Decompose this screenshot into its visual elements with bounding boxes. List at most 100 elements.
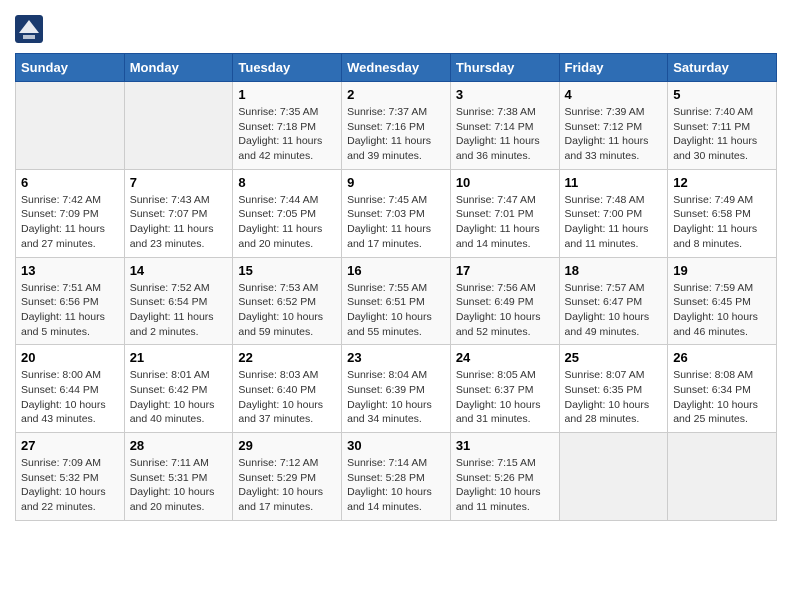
- day-info: Sunrise: 8:08 AMSunset: 6:34 PMDaylight:…: [673, 368, 771, 427]
- day-info: Sunrise: 7:15 AMSunset: 5:26 PMDaylight:…: [456, 456, 554, 515]
- calendar-cell: 19Sunrise: 7:59 AMSunset: 6:45 PMDayligh…: [668, 257, 777, 345]
- calendar-cell: 3 Sunrise: 7:38 AMSunset: 7:14 PMDaylight…: [450, 82, 559, 170]
- day-number: 7: [130, 175, 228, 190]
- day-number: 20: [21, 350, 119, 365]
- day-info: Sunrise: 8:01 AMSunset: 6:42 PMDaylight:…: [130, 368, 228, 427]
- calendar-cell: 16 Sunrise: 7:55 AMSunset: 6:51 PMDayligh…: [342, 257, 451, 345]
- calendar-header: Sunday Monday Tuesday Wednesday Thursday…: [16, 54, 777, 82]
- col-saturday: Saturday: [668, 54, 777, 82]
- day-number: 23: [347, 350, 445, 365]
- day-info: Sunrise: 7:51 AMSunset: 6:56 PMDaylight:…: [21, 281, 119, 340]
- col-wednesday: Wednesday: [342, 54, 451, 82]
- day-number: 17: [456, 263, 554, 278]
- day-number: 2: [347, 87, 445, 102]
- calendar-cell: 1 Sunrise: 7:35 AMSunset: 7:18 PMDaylight…: [233, 82, 342, 170]
- day-number: 10: [456, 175, 554, 190]
- day-number: 19: [673, 263, 771, 278]
- day-number: 11: [565, 175, 663, 190]
- day-info: Sunrise: 7:45 AMSunset: 7:03 PMDaylight:…: [347, 193, 445, 252]
- calendar-cell: 4 Sunrise: 7:39 AMSunset: 7:12 PMDaylight…: [559, 82, 668, 170]
- day-info: Sunrise: 8:04 AMSunset: 6:39 PMDaylight:…: [347, 368, 445, 427]
- day-info: Sunrise: 8:00 AMSunset: 6:44 PMDaylight:…: [21, 368, 119, 427]
- col-tuesday: Tuesday: [233, 54, 342, 82]
- calendar-cell: 17Sunrise: 7:56 AMSunset: 6:49 PMDayligh…: [450, 257, 559, 345]
- calendar-cell: 6 Sunrise: 7:42 AMSunset: 7:09 PMDaylight…: [16, 169, 125, 257]
- calendar-cell: 7 Sunrise: 7:43 AMSunset: 7:07 PMDaylight…: [124, 169, 233, 257]
- day-info: Sunrise: 7:35 AMSunset: 7:18 PMDaylight:…: [238, 105, 336, 164]
- calendar-cell: 5 Sunrise: 7:40 AMSunset: 7:11 PMDaylight…: [668, 82, 777, 170]
- calendar-cell: [16, 82, 125, 170]
- day-number: 31: [456, 438, 554, 453]
- day-number: 4: [565, 87, 663, 102]
- day-number: 30: [347, 438, 445, 453]
- day-number: 16: [347, 263, 445, 278]
- page-header: [15, 15, 777, 43]
- day-number: 21: [130, 350, 228, 365]
- day-info: Sunrise: 8:03 AMSunset: 6:40 PMDaylight:…: [238, 368, 336, 427]
- day-info: Sunrise: 7:53 AMSunset: 6:52 PMDaylight:…: [238, 281, 336, 340]
- calendar-cell: 31 Sunrise: 7:15 AMSunset: 5:26 PMDayligh…: [450, 433, 559, 521]
- calendar-cell: 2Sunrise: 7:37 AMSunset: 7:16 PMDaylight…: [342, 82, 451, 170]
- day-number: 28: [130, 438, 228, 453]
- calendar-cell: 28 Sunrise: 7:11 AMSunset: 5:31 PMDayligh…: [124, 433, 233, 521]
- day-number: 8: [238, 175, 336, 190]
- calendar-cell: 8Sunrise: 7:44 AMSunset: 7:05 PMDaylight…: [233, 169, 342, 257]
- calendar-cell: 11 Sunrise: 7:48 AMSunset: 7:00 PMDayligh…: [559, 169, 668, 257]
- day-number: 9: [347, 175, 445, 190]
- logo: [15, 15, 46, 43]
- calendar-cell: 9 Sunrise: 7:45 AMSunset: 7:03 PMDaylight…: [342, 169, 451, 257]
- day-info: Sunrise: 7:48 AMSunset: 7:00 PMDaylight:…: [565, 193, 663, 252]
- calendar-week-2: 6 Sunrise: 7:42 AMSunset: 7:09 PMDaylight…: [16, 169, 777, 257]
- day-number: 1: [238, 87, 336, 102]
- day-number: 26: [673, 350, 771, 365]
- day-info: Sunrise: 7:38 AMSunset: 7:14 PMDaylight:…: [456, 105, 554, 164]
- calendar-cell: 26 Sunrise: 8:08 AMSunset: 6:34 PMDayligh…: [668, 345, 777, 433]
- header-row: Sunday Monday Tuesday Wednesday Thursday…: [16, 54, 777, 82]
- calendar-cell: 21 Sunrise: 8:01 AMSunset: 6:42 PMDayligh…: [124, 345, 233, 433]
- day-number: 5: [673, 87, 771, 102]
- day-number: 25: [565, 350, 663, 365]
- day-info: Sunrise: 7:55 AMSunset: 6:51 PMDaylight:…: [347, 281, 445, 340]
- calendar-week-4: 20 Sunrise: 8:00 AMSunset: 6:44 PMDayligh…: [16, 345, 777, 433]
- calendar-body: 1 Sunrise: 7:35 AMSunset: 7:18 PMDaylight…: [16, 82, 777, 521]
- calendar-cell: 15 Sunrise: 7:53 AMSunset: 6:52 PMDayligh…: [233, 257, 342, 345]
- calendar-cell: 23 Sunrise: 8:04 AMSunset: 6:39 PMDayligh…: [342, 345, 451, 433]
- day-info: Sunrise: 7:11 AMSunset: 5:31 PMDaylight:…: [130, 456, 228, 515]
- day-info: Sunrise: 7:52 AMSunset: 6:54 PMDaylight:…: [130, 281, 228, 340]
- calendar-cell: 14 Sunrise: 7:52 AMSunset: 6:54 PMDayligh…: [124, 257, 233, 345]
- day-number: 12: [673, 175, 771, 190]
- day-number: 22: [238, 350, 336, 365]
- day-info: Sunrise: 8:05 AMSunset: 6:37 PMDaylight:…: [456, 368, 554, 427]
- day-info: Sunrise: 7:42 AMSunset: 7:09 PMDaylight:…: [21, 193, 119, 252]
- col-sunday: Sunday: [16, 54, 125, 82]
- calendar-cell: [559, 433, 668, 521]
- day-number: 6: [21, 175, 119, 190]
- calendar-cell: 29Sunrise: 7:12 AMSunset: 5:29 PMDayligh…: [233, 433, 342, 521]
- day-info: Sunrise: 8:07 AMSunset: 6:35 PMDaylight:…: [565, 368, 663, 427]
- logo-icon: [15, 15, 43, 43]
- day-number: 14: [130, 263, 228, 278]
- day-info: Sunrise: 7:49 AMSunset: 6:58 PMDaylight:…: [673, 193, 771, 252]
- calendar-week-3: 13Sunrise: 7:51 AMSunset: 6:56 PMDayligh…: [16, 257, 777, 345]
- calendar-cell: [124, 82, 233, 170]
- col-thursday: Thursday: [450, 54, 559, 82]
- day-info: Sunrise: 7:40 AMSunset: 7:11 PMDaylight:…: [673, 105, 771, 164]
- day-info: Sunrise: 7:14 AMSunset: 5:28 PMDaylight:…: [347, 456, 445, 515]
- col-monday: Monday: [124, 54, 233, 82]
- day-number: 3: [456, 87, 554, 102]
- day-info: Sunrise: 7:09 AMSunset: 5:32 PMDaylight:…: [21, 456, 119, 515]
- day-info: Sunrise: 7:43 AMSunset: 7:07 PMDaylight:…: [130, 193, 228, 252]
- calendar-cell: 10Sunrise: 7:47 AMSunset: 7:01 PMDayligh…: [450, 169, 559, 257]
- day-info: Sunrise: 7:57 AMSunset: 6:47 PMDaylight:…: [565, 281, 663, 340]
- day-number: 15: [238, 263, 336, 278]
- day-info: Sunrise: 7:39 AMSunset: 7:12 PMDaylight:…: [565, 105, 663, 164]
- calendar-cell: 22 Sunrise: 8:03 AMSunset: 6:40 PMDayligh…: [233, 345, 342, 433]
- day-number: 27: [21, 438, 119, 453]
- calendar-cell: 24Sunrise: 8:05 AMSunset: 6:37 PMDayligh…: [450, 345, 559, 433]
- calendar-week-5: 27 Sunrise: 7:09 AMSunset: 5:32 PMDayligh…: [16, 433, 777, 521]
- day-number: 18: [565, 263, 663, 278]
- calendar-cell: 30 Sunrise: 7:14 AMSunset: 5:28 PMDayligh…: [342, 433, 451, 521]
- calendar-cell: 18 Sunrise: 7:57 AMSunset: 6:47 PMDayligh…: [559, 257, 668, 345]
- calendar-table: Sunday Monday Tuesday Wednesday Thursday…: [15, 53, 777, 521]
- calendar-cell: 12 Sunrise: 7:49 AMSunset: 6:58 PMDayligh…: [668, 169, 777, 257]
